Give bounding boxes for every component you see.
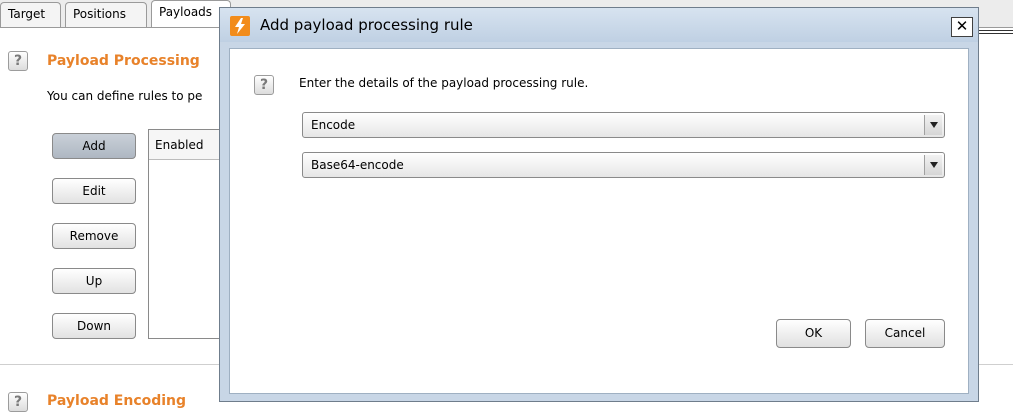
close-button[interactable]: ✕ xyxy=(951,17,973,37)
burp-logo-icon xyxy=(230,16,250,36)
dialog-help-icon[interactable]: ? xyxy=(254,75,274,95)
rule-type-select[interactable]: Encode xyxy=(302,112,945,138)
edit-button[interactable]: Edit xyxy=(52,178,136,204)
down-button[interactable]: Down xyxy=(52,313,136,339)
dialog-prompt: Enter the details of the payload process… xyxy=(299,76,589,90)
ok-button[interactable]: OK xyxy=(776,319,851,348)
section-description: You can define rules to pe xyxy=(47,89,203,103)
chevron-down-icon[interactable] xyxy=(924,115,942,135)
remove-button[interactable]: Remove xyxy=(52,223,136,249)
dialog-titlebar[interactable]: Add payload processing rule ✕ xyxy=(220,8,978,42)
dialog-title: Add payload processing rule xyxy=(260,16,473,34)
cancel-button[interactable]: Cancel xyxy=(865,319,945,348)
add-rule-dialog: Add payload processing rule ✕ ? Enter th… xyxy=(219,7,979,402)
section-title-payload-encoding: Payload Encoding xyxy=(47,393,187,409)
section-title-payload-processing: Payload Processing xyxy=(47,53,200,69)
rule-option-select[interactable]: Base64-encode xyxy=(302,152,945,178)
help-icon-encoding[interactable]: ? xyxy=(8,392,28,412)
add-button[interactable]: Add xyxy=(52,133,136,159)
table-header-enabled[interactable]: Enabled xyxy=(149,130,227,160)
help-icon[interactable]: ? xyxy=(8,51,28,71)
rules-table[interactable]: Enabled xyxy=(148,129,228,339)
tab-positions[interactable]: Positions xyxy=(65,2,147,27)
rule-option-value: Base64-encode xyxy=(311,158,404,172)
tab-target[interactable]: Target xyxy=(0,2,61,27)
up-button[interactable]: Up xyxy=(52,268,136,294)
tab-divider-double xyxy=(975,30,1013,34)
chevron-down-icon[interactable] xyxy=(924,155,942,175)
dialog-body: ? Enter the details of the payload proce… xyxy=(229,48,969,394)
rule-type-value: Encode xyxy=(311,118,356,132)
